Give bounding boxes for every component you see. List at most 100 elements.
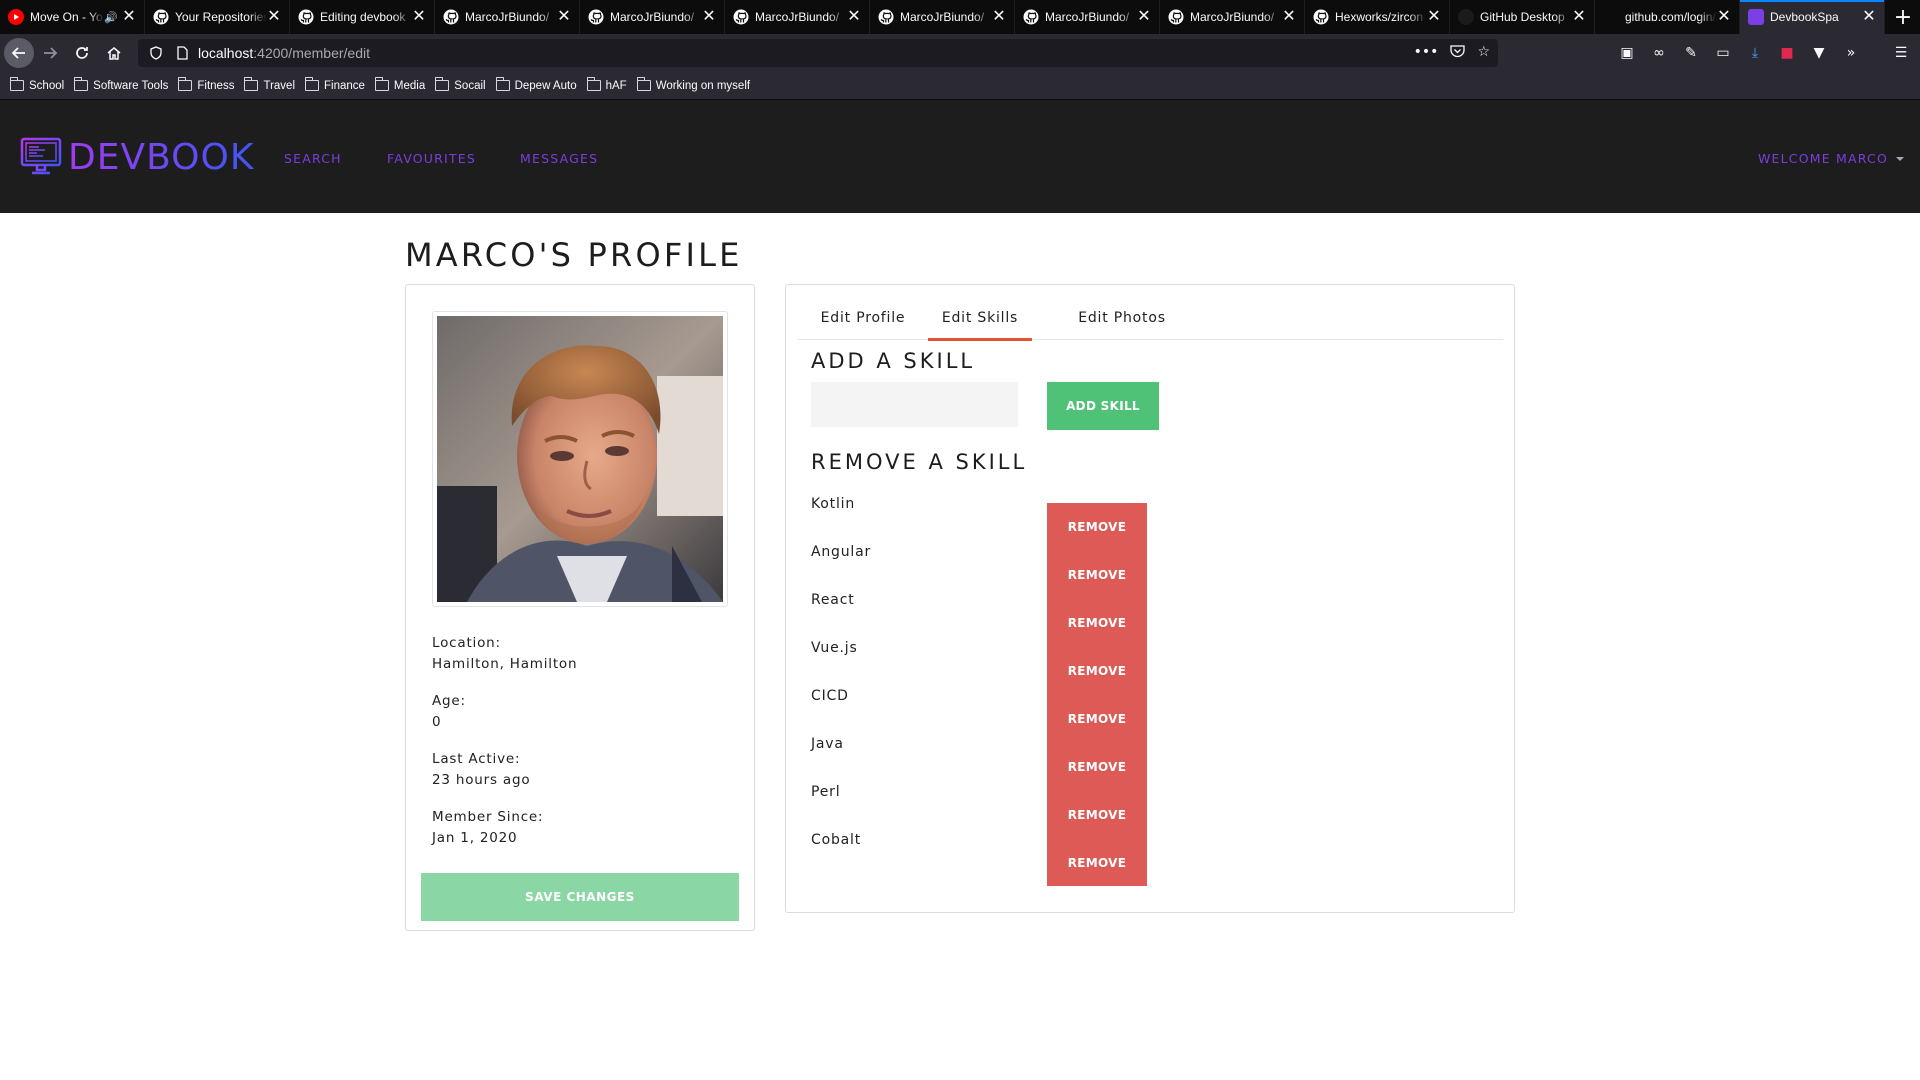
pocket-icon[interactable] (1450, 44, 1466, 62)
remove-skill-button[interactable]: REMOVE (1047, 803, 1147, 827)
reload-button[interactable] (66, 37, 98, 69)
tab-edit-photos[interactable]: Edit Photos (1032, 295, 1212, 340)
browser-tab[interactable]: MarcoJrBiundo/ ✕ (725, 0, 870, 34)
tab-edit-skills[interactable]: Edit Skills (928, 295, 1032, 341)
laptop-icon[interactable]: ▭ (1714, 44, 1732, 62)
hamburger-menu-icon[interactable]: ☰ (1892, 44, 1910, 62)
tab-close-icon[interactable]: ✕ (267, 9, 281, 25)
github-icon (153, 9, 169, 25)
remove-skill-button[interactable]: REMOVE (1047, 563, 1147, 587)
page-actions-icon[interactable]: ••• (1414, 44, 1439, 62)
remove-skill-button[interactable]: REMOVE (1047, 851, 1147, 875)
tab-close-icon[interactable]: ✕ (1427, 9, 1441, 25)
vue-devtools-icon[interactable]: ▼ (1810, 44, 1828, 62)
tab-close-icon[interactable]: ✕ (1282, 9, 1296, 25)
location-label: Location: (432, 635, 501, 651)
folder-icon (305, 77, 319, 91)
bookmark-star-icon[interactable]: ☆ (1477, 44, 1490, 62)
youtube-icon (8, 9, 24, 25)
browser-tab[interactable]: MarcoJrBiundo/ ✕ (435, 0, 580, 34)
tab-close-icon[interactable]: ✕ (847, 9, 861, 25)
add-skill-button[interactable]: ADD SKILL (1047, 382, 1159, 430)
browser-tab-title: MarcoJrBiundo/ (610, 10, 695, 24)
bookmark-label: Depew Auto (514, 79, 577, 92)
remove-skill-button[interactable]: REMOVE (1047, 611, 1147, 635)
bookmark-folder[interactable]: hAF (586, 77, 627, 92)
tab-close-icon[interactable]: ✕ (122, 9, 136, 25)
nav-search-link[interactable]: SEARCH (284, 151, 342, 166)
browser-tab[interactable]: github.com/login/oa✕ (1595, 0, 1740, 34)
tab-audio-icon[interactable]: 🔊 (104, 11, 118, 24)
bookmark-folder[interactable]: Depew Auto (495, 77, 577, 92)
back-button[interactable] (4, 38, 34, 68)
overflow-chevrons-icon[interactable]: » (1842, 44, 1860, 62)
user-menu-dropdown[interactable]: WELCOME MARCO (1758, 151, 1904, 166)
nav-favourites-link[interactable]: FAVOURITES (387, 151, 476, 166)
age-value: 0 (432, 714, 442, 730)
new-tab-button[interactable]: + (1886, 0, 1920, 34)
caret-down-icon (1896, 156, 1904, 161)
tab-close-icon[interactable]: ✕ (1572, 9, 1586, 25)
bookmark-label: School (29, 79, 65, 92)
skill-input[interactable] (811, 382, 1018, 427)
profile-photo-frame (432, 311, 728, 607)
tab-close-icon[interactable]: ✕ (1717, 9, 1731, 25)
tab-close-icon[interactable]: ✕ (992, 9, 1006, 25)
skill-name: Angular (811, 544, 872, 560)
browser-tab-title: MarcoJrBiundo/ (755, 10, 840, 24)
browser-tab-title: MarcoJrBiundo/ (465, 10, 550, 24)
download-icon[interactable]: ⤓ (1746, 44, 1764, 62)
browser-tab[interactable]: MarcoJrBiundo/ ✕ (1015, 0, 1160, 34)
browser-tab[interactable]: DevbookSpa ✕ (1740, 0, 1885, 34)
bookmark-folder[interactable]: Working on myself (636, 77, 750, 92)
remove-skill-button[interactable]: REMOVE (1047, 659, 1147, 683)
remove-skill-button[interactable]: REMOVE (1047, 755, 1147, 779)
home-button[interactable] (98, 37, 130, 69)
address-bar[interactable]: localhost:4200/member/edit ••• ☆ (138, 39, 1498, 67)
browser-tab-title: Your Repositories (175, 10, 267, 24)
save-changes-button[interactable]: SAVE CHANGES (421, 873, 739, 921)
bookmark-folder[interactable]: Socail (435, 77, 486, 92)
tools-wrench-icon[interactable]: ✎ (1682, 44, 1700, 62)
browser-tab[interactable]: Your Repositories ✕ (145, 0, 290, 34)
browser-tab[interactable]: Move On - Yo 🔊 ✕ (0, 0, 145, 34)
page-info-icon[interactable] (172, 46, 192, 60)
bookmark-folder[interactable]: Fitness (178, 77, 234, 92)
nav-messages-link[interactable]: MESSAGES (520, 151, 598, 166)
bookmark-folder[interactable]: Finance (305, 77, 365, 92)
github-icon (878, 9, 894, 25)
tab-close-icon[interactable]: ✕ (557, 9, 571, 25)
bookmark-folder[interactable]: Media (374, 77, 425, 92)
forward-arrow-icon (44, 47, 58, 59)
brand-logo[interactable]: DEVBOOK (20, 136, 254, 178)
synced-tabs-icon[interactable]: ▣ (1618, 44, 1636, 62)
tab-close-icon[interactable]: ✕ (1862, 9, 1876, 25)
remove-buttons-column: REMOVE REMOVE REMOVE REMOVE REMOVE REMOVE REMO… (1047, 503, 1147, 886)
remove-skill-button[interactable]: REMOVE (1047, 707, 1147, 731)
edit-tabs: Edit Profile Edit Skills Edit Photos (798, 295, 1503, 341)
remove-skill-button[interactable]: REMOVE (1047, 515, 1147, 539)
bookmark-folder[interactable]: Software Tools (74, 77, 168, 92)
browser-tab[interactable]: Hexworks/zircon ✕ (1305, 0, 1450, 34)
profile-summary-card: Location: Hamilton, Hamilton Age: 0 Last… (405, 284, 755, 931)
browser-tab[interactable]: MarcoJrBiundo/ ✕ (870, 0, 1015, 34)
tracking-shield-icon[interactable] (146, 46, 166, 60)
browser-tab[interactable]: GitHub Desktop ✕ (1450, 0, 1595, 34)
bookmark-folder[interactable]: Travel (244, 77, 295, 92)
browser-tab[interactable]: MarcoJrBiundo/ ✕ (580, 0, 725, 34)
extension-red-icon[interactable]: ■ (1778, 44, 1796, 62)
bookmark-folder[interactable]: School (10, 77, 65, 92)
browser-tab[interactable]: Editing devbook ✕ (290, 0, 435, 34)
tab-edit-profile[interactable]: Edit Profile (798, 295, 928, 340)
browser-tab[interactable]: MarcoJrBiundo/ ✕ (1160, 0, 1305, 34)
tab-close-icon[interactable]: ✕ (1137, 9, 1151, 25)
tab-close-icon[interactable]: ✕ (412, 9, 426, 25)
reader-glasses-icon[interactable]: ∞ (1650, 44, 1668, 62)
github-icon (1023, 9, 1039, 25)
forward-button[interactable] (34, 37, 66, 69)
tab-close-icon[interactable]: ✕ (702, 9, 716, 25)
github-icon (298, 9, 314, 25)
back-arrow-icon (11, 47, 25, 59)
url-text[interactable]: localhost:4200/member/edit (198, 45, 370, 61)
browser-tab-title: Hexworks/zircon (1335, 10, 1424, 24)
